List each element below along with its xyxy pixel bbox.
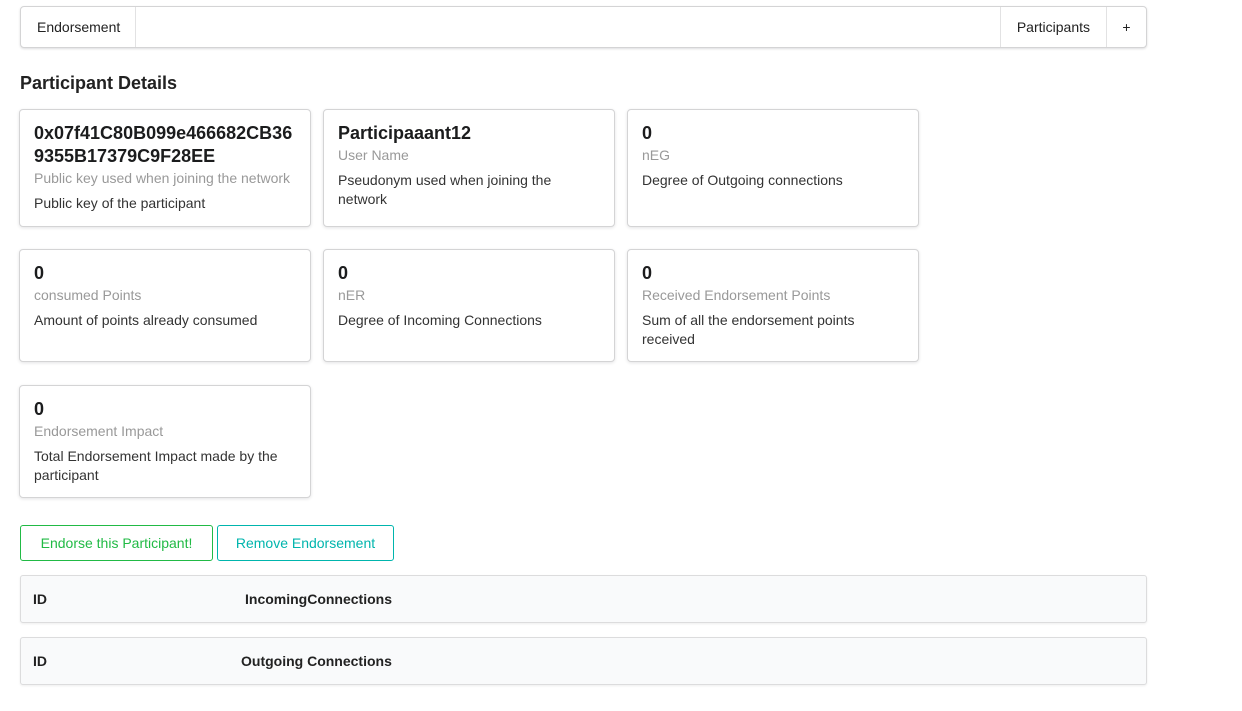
menu-item-participants[interactable]: Participants bbox=[999, 7, 1106, 47]
column-header-id[interactable]: ID bbox=[33, 591, 47, 607]
card-header: 0 bbox=[34, 263, 45, 283]
column-header-incoming-connections[interactable]: IncomingConnections bbox=[245, 591, 392, 607]
card-meta: consumed Points bbox=[34, 287, 142, 303]
menu-spacer bbox=[136, 7, 1000, 47]
card-header: Participaaant12 bbox=[338, 123, 472, 143]
top-menu: Endorsement Participants + bbox=[20, 6, 1147, 48]
card-meta: Public key used when joining the network bbox=[34, 170, 291, 186]
card-description: Public key of the participant bbox=[34, 195, 206, 211]
page-title: Participant Details bbox=[20, 73, 178, 93]
endorse-participant-button[interactable]: Endorse this Participant! bbox=[20, 525, 213, 561]
outgoing-connections-table-header: ID Outgoing Connections bbox=[20, 637, 1147, 685]
column-header-outgoing-connections[interactable]: Outgoing Connections bbox=[241, 653, 392, 669]
card-header: 0 bbox=[34, 399, 45, 419]
card-meta: nER bbox=[338, 287, 366, 303]
card-ner: 0 nER Degree of Incoming Connections bbox=[323, 249, 615, 362]
column-header-id[interactable]: ID bbox=[33, 653, 47, 669]
card-description: Total Endorsement Impact made by the par… bbox=[34, 448, 278, 483]
menu-item-endorsement[interactable]: Endorsement bbox=[21, 7, 136, 47]
card-header: 0 bbox=[642, 263, 653, 283]
card-description: Degree of Incoming Connections bbox=[338, 312, 542, 328]
card-endorsement-impact: 0 Endorsement Impact Total Endorsement I… bbox=[19, 385, 311, 498]
card-meta: nEG bbox=[642, 147, 671, 163]
card-neg: 0 nEG Degree of Outgoing connections bbox=[627, 109, 919, 227]
card-meta: Received Endorsement Points bbox=[642, 287, 831, 303]
card-consumed-points: 0 consumed Points Amount of points alrea… bbox=[19, 249, 311, 362]
card-description: Amount of points already consumed bbox=[34, 312, 258, 328]
card-header: 0 bbox=[338, 263, 349, 283]
card-meta: Endorsement Impact bbox=[34, 423, 164, 439]
card-meta: User Name bbox=[338, 147, 409, 163]
card-description: Pseudonym used when joining the network bbox=[338, 172, 552, 207]
card-public-key: 0x07f41C80B099e466682CB369355B17379C9F28… bbox=[19, 109, 311, 227]
remove-endorsement-button[interactable]: Remove Endorsement bbox=[217, 525, 394, 561]
incoming-connections-table-header: ID IncomingConnections bbox=[20, 575, 1147, 623]
card-user-name: Participaaant12 User Name Pseudonym used… bbox=[323, 109, 615, 227]
card-header: 0 bbox=[642, 123, 653, 143]
card-description: Sum of all the endorsement points receiv… bbox=[642, 312, 855, 347]
card-received-points: 0 Received Endorsement Points Sum of all… bbox=[627, 249, 919, 362]
menu-add-button[interactable]: + bbox=[1106, 7, 1146, 47]
card-description: Degree of Outgoing connections bbox=[642, 172, 843, 188]
card-header: 0x07f41C80B099e466682CB369355B17379C9F28… bbox=[34, 123, 293, 166]
